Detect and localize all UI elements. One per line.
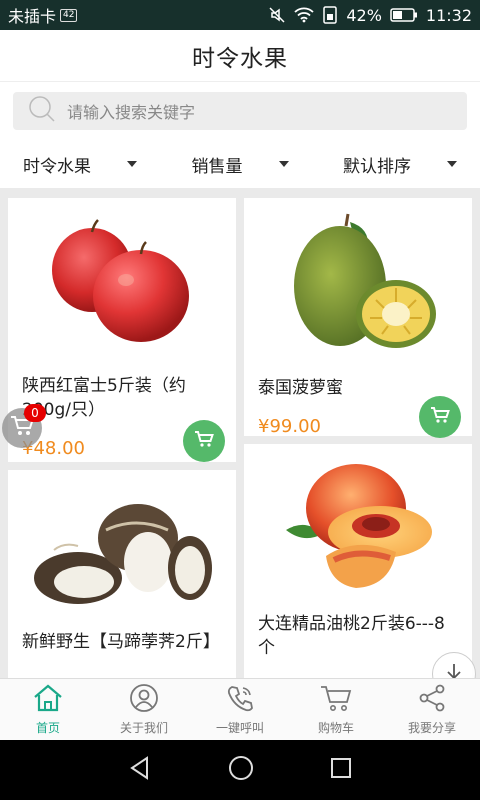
- status-bar: 未插卡 42 42% 11:32: [0, 0, 480, 30]
- cart-icon: [319, 683, 353, 717]
- search-input[interactable]: 请输入搜索关键字: [13, 92, 467, 130]
- nav-about[interactable]: 关于我们: [96, 679, 192, 740]
- phone-icon: [225, 683, 255, 717]
- filter-bar: 时令水果 销售量 默认排序: [0, 140, 480, 188]
- search-placeholder: 请输入搜索关键字: [67, 103, 196, 122]
- product-card[interactable]: 新鲜野生【马蹄荸荠2斤】: [8, 470, 236, 678]
- user-icon: [129, 683, 159, 717]
- header: 时令水果: [0, 30, 480, 82]
- cart-icon: [194, 430, 214, 452]
- product-image-apples: [52, 219, 189, 342]
- product-image-jackfruit: [294, 213, 436, 348]
- page-title: 时令水果: [192, 45, 288, 72]
- filter-sales[interactable]: 销售量: [160, 140, 320, 188]
- nav-call-label: 一键呼叫: [215, 721, 264, 735]
- product-name: 泰国菠萝蜜: [258, 378, 343, 398]
- clock: 11:32: [425, 5, 472, 25]
- filter-sort-label: 默认排序: [343, 156, 411, 177]
- nav-share[interactable]: 我要分享: [384, 679, 480, 740]
- chevron-down-icon: [447, 161, 457, 167]
- cart-count-badge: 0: [24, 404, 46, 422]
- nav-home[interactable]: 首页: [0, 679, 96, 740]
- carrier-label: 未插卡: [8, 7, 57, 26]
- share-icon: [417, 683, 447, 717]
- product-name: 大连精品油桃2斤装6---8个: [258, 614, 445, 658]
- add-to-cart-button[interactable]: [183, 420, 225, 462]
- sim-status-icon: [322, 6, 338, 24]
- product-image-nectarine: [286, 464, 432, 588]
- filter-category-label: 时令水果: [23, 156, 91, 177]
- recents-icon[interactable]: [329, 756, 353, 784]
- product-card[interactable]: 陕西红富士5斤装（约200g/只） ¥48.00: [8, 198, 236, 462]
- filter-category[interactable]: 时令水果: [0, 140, 160, 188]
- product-image-water-chestnut: [34, 504, 212, 604]
- mute-icon: [268, 6, 286, 24]
- nav-cart[interactable]: 购物车: [288, 679, 384, 740]
- system-nav-bar: [0, 740, 480, 800]
- sim-badge: 42: [60, 8, 78, 22]
- nav-call[interactable]: 一键呼叫: [192, 679, 288, 740]
- add-to-cart-button[interactable]: [419, 396, 461, 438]
- bottom-nav: 首页 关于我们 一键呼叫 购物车 我要分享: [0, 678, 480, 740]
- home-icon: [32, 683, 64, 717]
- product-name: 陕西红富士5斤装（约200g/只）: [22, 376, 186, 420]
- nav-home-label: 首页: [35, 721, 60, 735]
- battery-icon: [390, 7, 418, 23]
- filter-sales-label: 销售量: [191, 156, 243, 177]
- product-grid: 陕西红富士5斤装（约200g/只） ¥48.00 泰国菠萝蜜 ¥99.00 新鲜…: [0, 188, 480, 678]
- search-icon: [27, 94, 57, 128]
- home-button-icon[interactable]: [227, 754, 255, 786]
- nav-about-label: 关于我们: [119, 721, 168, 735]
- wifi-icon: [294, 7, 314, 23]
- nav-share-label: 我要分享: [407, 721, 456, 735]
- chevron-down-icon: [278, 161, 289, 167]
- product-price: ¥99.00: [258, 416, 321, 437]
- chevron-down-icon: [127, 161, 137, 167]
- nav-cart-label: 购物车: [317, 721, 354, 735]
- back-icon[interactable]: [127, 755, 153, 785]
- battery-text: 42%: [346, 5, 382, 25]
- product-name: 新鲜野生【马蹄荸荠2斤】: [22, 632, 220, 652]
- product-card[interactable]: 大连精品油桃2斤装6---8个: [244, 444, 472, 678]
- filter-sort[interactable]: 默认排序: [320, 140, 480, 188]
- product-card[interactable]: 泰国菠萝蜜 ¥99.00: [244, 198, 472, 438]
- cart-icon: [430, 406, 450, 428]
